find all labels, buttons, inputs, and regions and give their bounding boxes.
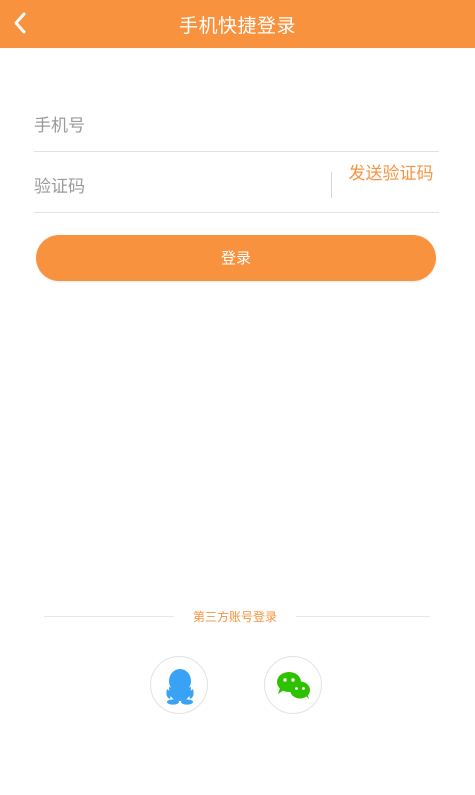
qq-icon bbox=[166, 669, 194, 705]
divider-left bbox=[44, 616, 174, 617]
code-field-row: 发送验证码 bbox=[34, 163, 439, 213]
send-code-button[interactable]: 发送验证码 bbox=[346, 163, 436, 185]
page-title: 手机快捷登录 bbox=[178, 15, 296, 37]
phone-login-screen: 手机快捷登录 发送验证码 登录 第三方账号登录 bbox=[0, 0, 475, 795]
third-party-login-label: 第三方账号登录 bbox=[192, 610, 277, 624]
qq-login-button[interactable] bbox=[150, 656, 208, 714]
divider-right bbox=[296, 616, 430, 617]
login-button[interactable]: 登录 bbox=[36, 235, 436, 281]
wechat-login-button[interactable] bbox=[264, 656, 322, 714]
field-divider bbox=[331, 172, 332, 198]
wechat-icon bbox=[277, 672, 310, 699]
phone-field-row bbox=[34, 102, 439, 152]
header-bar: 手机快捷登录 bbox=[0, 0, 475, 48]
verification-code-input[interactable] bbox=[34, 173, 314, 201]
phone-input[interactable] bbox=[34, 112, 314, 140]
